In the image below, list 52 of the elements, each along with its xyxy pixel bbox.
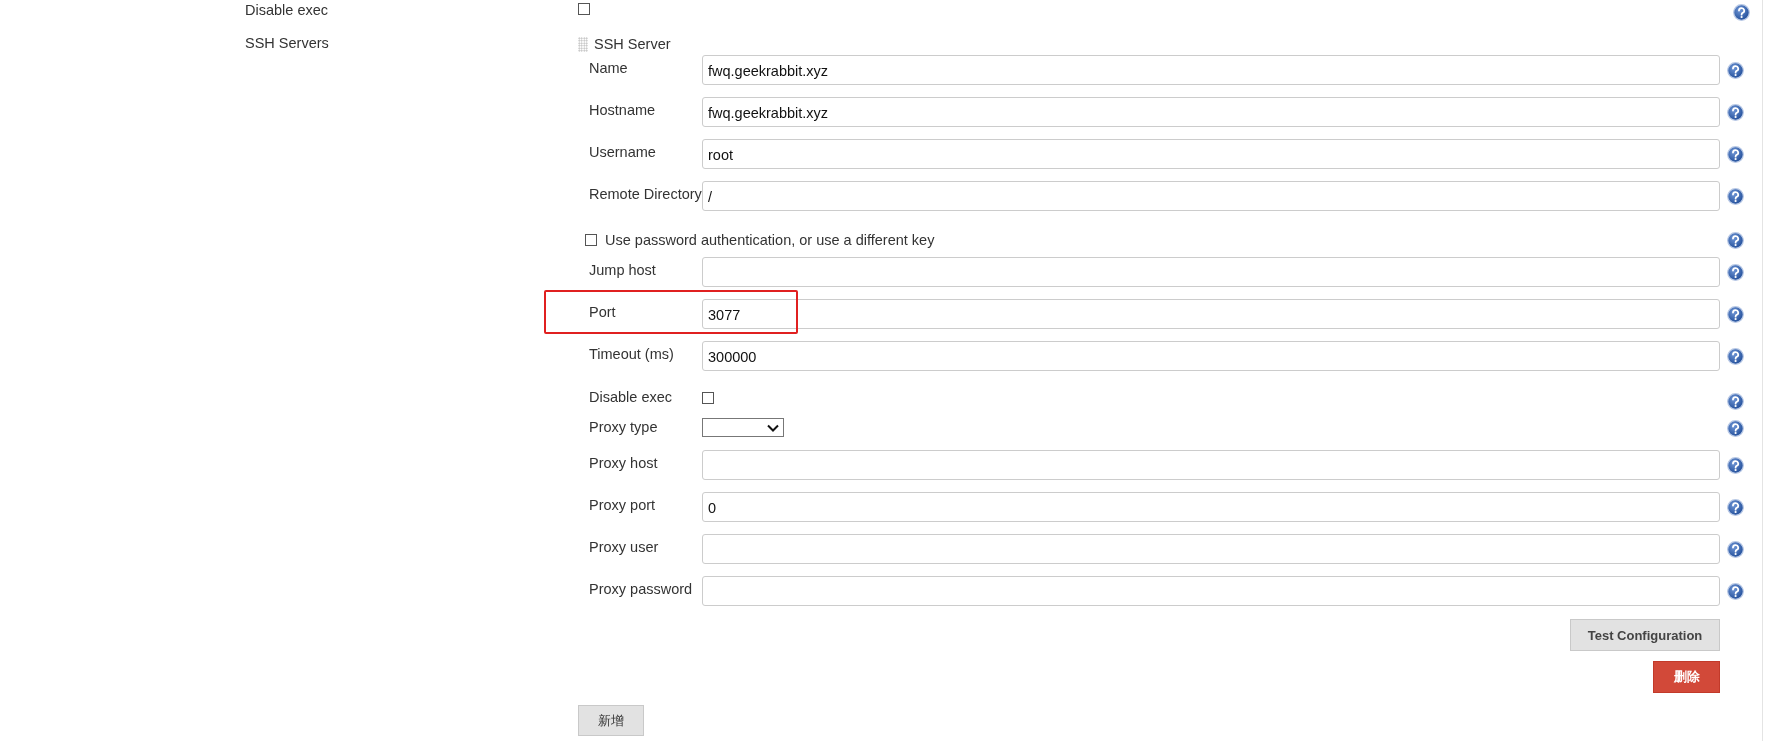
help-icon[interactable] <box>1727 146 1744 163</box>
add-button[interactable]: 新增 <box>578 705 644 736</box>
text-field[interactable]: 3077 <box>702 299 1720 329</box>
field-label: Timeout (ms) <box>589 345 675 362</box>
chevron-down-icon <box>767 423 779 432</box>
field-label: Proxy password <box>589 580 694 597</box>
field-label: Username <box>589 143 657 160</box>
field-label: Port <box>589 303 617 320</box>
field-label: Jump host <box>589 261 657 278</box>
help-icon[interactable] <box>1727 420 1744 437</box>
field-label: Proxy host <box>589 454 659 471</box>
help-icon[interactable] <box>1727 232 1744 249</box>
text-field[interactable]: 300000 <box>702 341 1720 371</box>
test-configuration-button[interactable]: Test Configuration <box>1570 619 1720 651</box>
field-label: Disable exec <box>589 389 673 405</box>
checkbox[interactable] <box>578 3 590 15</box>
section-label: SSH Servers <box>245 34 330 53</box>
text-field[interactable]: / <box>702 181 1720 211</box>
text-field[interactable]: 0 <box>702 492 1720 522</box>
help-icon[interactable] <box>1733 4 1750 21</box>
help-icon[interactable] <box>1727 188 1744 205</box>
text-field[interactable] <box>702 576 1720 606</box>
checkbox[interactable] <box>585 234 597 246</box>
help-icon[interactable] <box>1727 541 1744 558</box>
text-field[interactable] <box>702 450 1720 480</box>
field-label: Hostname <box>589 101 657 118</box>
field-label: Disable exec <box>245 1 329 18</box>
text-field[interactable]: root <box>702 139 1720 169</box>
help-icon[interactable] <box>1727 62 1744 79</box>
help-icon[interactable] <box>1727 393 1744 410</box>
text-field[interactable]: fwq.geekrabbit.xyz <box>702 97 1720 127</box>
help-icon[interactable] <box>1727 583 1744 600</box>
field-label: Proxy type <box>589 418 659 435</box>
field-label: Remote Directory <box>589 185 702 202</box>
text-field[interactable] <box>702 534 1720 564</box>
field-label: Proxy user <box>589 538 660 555</box>
dropdown[interactable] <box>702 418 784 437</box>
help-icon[interactable] <box>1727 457 1744 474</box>
delete-button[interactable]: 删除 <box>1653 661 1720 693</box>
field-label: Proxy port <box>589 496 657 513</box>
drag-handle-icon[interactable] <box>578 36 588 52</box>
help-icon[interactable] <box>1727 104 1744 121</box>
help-icon[interactable] <box>1727 306 1744 323</box>
checkbox-label: Use password authentication, or use a different key <box>605 232 935 248</box>
text-field[interactable]: fwq.geekrabbit.xyz <box>702 55 1720 85</box>
help-icon[interactable] <box>1727 348 1744 365</box>
checkbox[interactable] <box>702 392 714 404</box>
help-icon[interactable] <box>1727 499 1744 516</box>
field-label: Name <box>589 59 629 76</box>
text-field[interactable] <box>702 257 1720 287</box>
section-title: SSH Server <box>594 36 671 52</box>
help-icon[interactable] <box>1727 264 1744 281</box>
